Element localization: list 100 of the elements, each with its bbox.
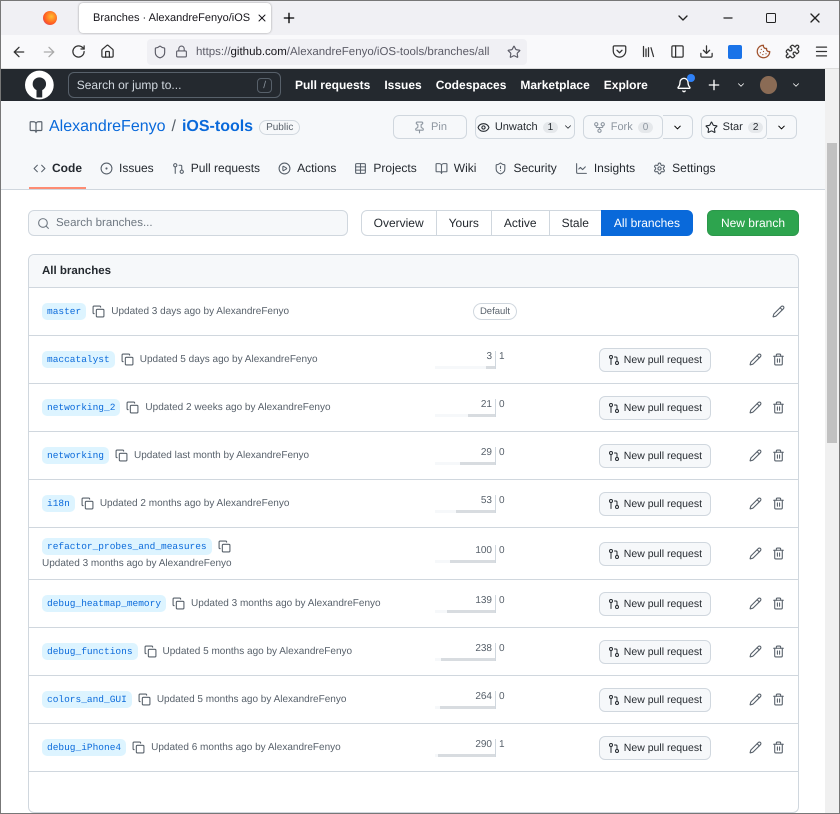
- panel-title: All branches: [29, 255, 798, 288]
- puzzle-icon: [785, 44, 800, 59]
- ahead-count: 1: [498, 350, 506, 362]
- default-label: Default: [472, 303, 518, 320]
- star-icon: [507, 44, 521, 58]
- trash-icon: [772, 693, 785, 706]
- new-pull-request-button[interactable]: New pull request: [598, 640, 711, 664]
- security-icon: [494, 162, 508, 174]
- back-icon: [11, 44, 27, 60]
- copy-icon: [80, 497, 94, 510]
- browser-tab[interactable]: Branches · AlexandreFenyo/iOS: [79, 3, 271, 33]
- repo-tab[interactable]: Code: [29, 151, 86, 189]
- nav-link[interactable]: Pull requests: [294, 78, 370, 92]
- new-pull-request-button[interactable]: New pull request: [598, 492, 711, 516]
- search-field[interactable]: Search or jump to... /: [68, 72, 281, 98]
- new-pull-request-button[interactable]: New pull request: [598, 444, 711, 468]
- branch-name-link[interactable]: networking: [42, 447, 110, 464]
- avatar[interactable]: [760, 76, 778, 94]
- ahead-count: 0: [498, 398, 506, 410]
- branch-name-link[interactable]: debug_functions: [42, 643, 138, 660]
- filter-tab[interactable]: Overview: [360, 210, 437, 236]
- cookie-icon: [756, 44, 771, 59]
- scrollbar-thumb[interactable]: [827, 143, 837, 443]
- behind-count: 139: [474, 594, 493, 606]
- branch-name-link[interactable]: debug_heatmap_memory: [42, 595, 166, 612]
- repo-tab[interactable]: Issues: [96, 151, 158, 189]
- branch-name-link[interactable]: debug_iPhone4: [42, 739, 126, 756]
- watch-button[interactable]: Unwatch 1: [475, 115, 575, 139]
- filter-tab[interactable]: Stale: [548, 210, 602, 236]
- count-badge: 0: [638, 122, 654, 132]
- shield-icon: [153, 44, 167, 58]
- nav-link[interactable]: Issues: [384, 78, 422, 92]
- repo-tab[interactable]: Pull requests: [168, 151, 264, 189]
- branch-name-link[interactable]: master: [42, 303, 86, 320]
- branch-search-field[interactable]: Search branches...: [28, 210, 348, 236]
- repo-name-link[interactable]: iOS-tools: [182, 118, 254, 136]
- forward-icon: [41, 44, 57, 60]
- branch-name-link[interactable]: maccatalyst: [42, 351, 115, 368]
- repo-tab[interactable]: Insights: [570, 151, 640, 189]
- new-pull-request-button[interactable]: New pull request: [598, 688, 711, 712]
- pencil-icon: [749, 597, 762, 610]
- trash-icon: [772, 597, 785, 610]
- filter-tab[interactable]: Yours: [436, 210, 492, 236]
- repo-tab[interactable]: Security: [490, 151, 561, 189]
- repo-tab[interactable]: Wiki: [430, 151, 480, 189]
- updated-text: Updated 5 months ago by AlexandreFenyo: [162, 646, 352, 657]
- new-pull-request-button[interactable]: New pull request: [598, 348, 711, 372]
- pulls-icon: [172, 162, 185, 174]
- maximize-icon: [765, 12, 777, 24]
- pull-request-icon: [608, 598, 620, 610]
- behind-count: 21: [480, 398, 493, 410]
- search-icon: [37, 216, 50, 230]
- github-logo-icon[interactable]: [25, 70, 54, 100]
- updated-text: Updated 2 weeks ago by AlexandreFenyo: [145, 402, 331, 413]
- branch-name-link[interactable]: colors_and_GUI: [42, 691, 132, 708]
- pull-request-icon: [608, 742, 620, 754]
- branch-name-link[interactable]: refactor_probes_and_measures: [42, 538, 212, 555]
- repo-tab[interactable]: Settings: [649, 151, 720, 189]
- branch-name-link[interactable]: i18n: [42, 495, 75, 512]
- ahead-count: 0: [498, 446, 506, 458]
- copy-icon: [126, 401, 140, 414]
- lock-icon: [175, 45, 188, 58]
- new-tab-icon[interactable]: [281, 10, 297, 26]
- trash-icon: [772, 741, 785, 754]
- star-button[interactable]: Star 2: [701, 115, 767, 139]
- filter-tab[interactable]: All branches: [600, 210, 693, 236]
- nav-link[interactable]: Explore: [604, 78, 648, 92]
- notification-icon[interactable]: [676, 77, 692, 93]
- behind-count: 100: [474, 544, 493, 556]
- address-bar[interactable]: https://github.com/AlexandreFenyo/iOS-tools/branches/all: [147, 38, 527, 64]
- library-icon: [641, 44, 656, 59]
- updated-text: Updated 5 months ago by AlexandreFenyo: [156, 694, 346, 705]
- updated-text: Updated 3 months ago by AlexandreFenyo: [191, 598, 381, 609]
- copy-icon: [120, 353, 134, 366]
- pencil-icon: [749, 645, 762, 658]
- repo-tab[interactable]: Projects: [350, 151, 421, 189]
- repo-owner-link[interactable]: AlexandreFenyo: [49, 118, 166, 136]
- pull-request-icon: [608, 646, 620, 658]
- new-pull-request-button[interactable]: New pull request: [598, 396, 711, 420]
- home-icon: [100, 44, 115, 59]
- extension-icon[interactable]: [728, 44, 742, 58]
- nav-link[interactable]: Codespaces: [436, 78, 506, 92]
- behind-count: 264: [474, 690, 493, 702]
- branch-name-link[interactable]: networking_2: [42, 399, 120, 416]
- ahead-count: 0: [498, 594, 506, 606]
- filter-tab[interactable]: Active: [490, 210, 550, 236]
- nav-link[interactable]: Marketplace: [520, 78, 590, 92]
- repo-tab[interactable]: Actions: [274, 151, 340, 189]
- ahead-count: 0: [498, 494, 506, 506]
- insights-icon: [574, 162, 588, 174]
- updated-text: Updated 2 months ago by AlexandreFenyo: [100, 498, 290, 509]
- copy-icon: [132, 741, 146, 754]
- reload-icon: [71, 44, 86, 59]
- new-pull-request-button[interactable]: New pull request: [598, 542, 711, 566]
- pencil-icon: [749, 497, 762, 510]
- new-pull-request-button[interactable]: New pull request: [598, 736, 711, 760]
- new-pull-request-button[interactable]: New pull request: [598, 592, 711, 616]
- pencil-icon: [749, 741, 762, 754]
- copy-icon: [218, 540, 231, 553]
- trash-icon: [772, 449, 785, 462]
